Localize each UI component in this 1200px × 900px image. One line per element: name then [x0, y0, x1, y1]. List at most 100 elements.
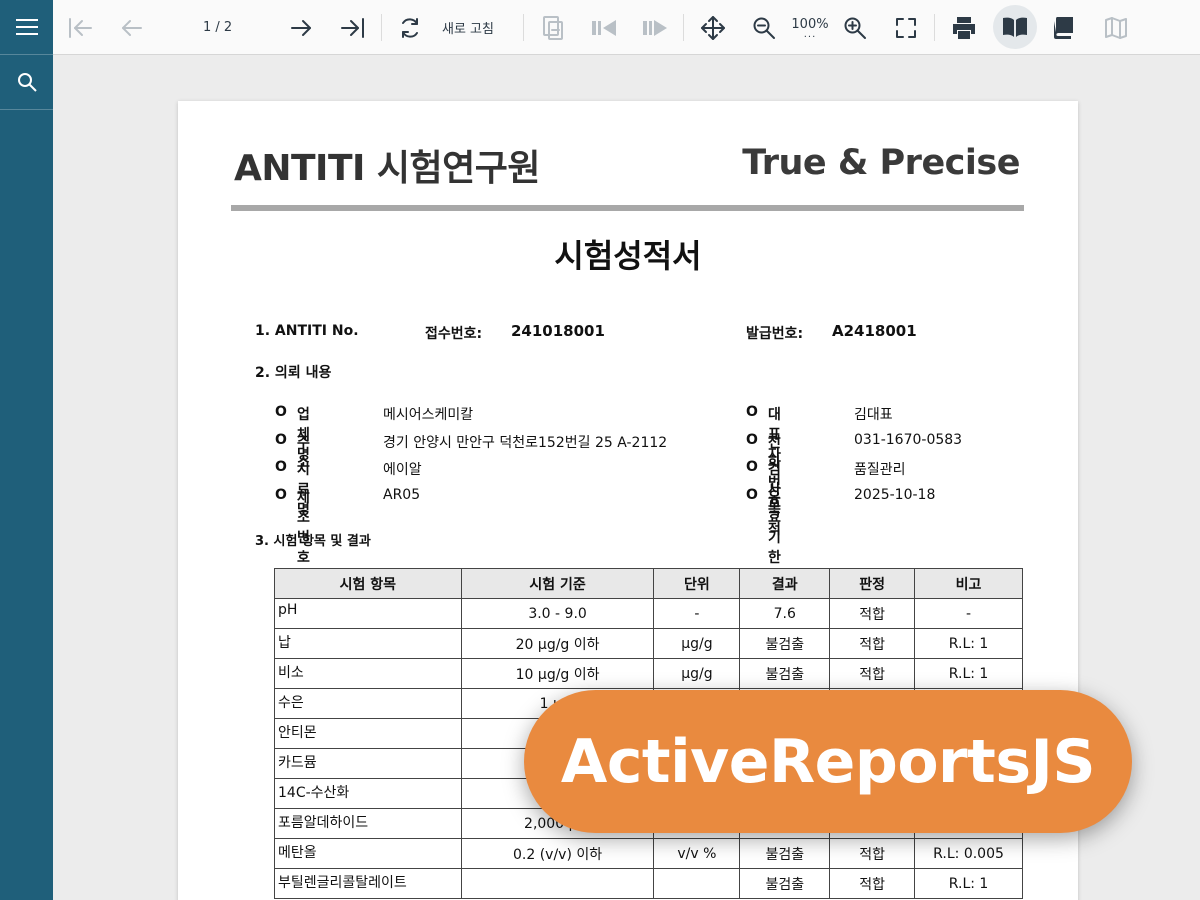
table-cell: R.L: 1 — [914, 868, 1023, 899]
print-button[interactable] — [949, 0, 979, 55]
single-page-view-button[interactable] — [993, 5, 1037, 49]
slogan: True & Precise — [742, 143, 1020, 183]
zoom-options-dots: ... — [803, 29, 817, 40]
table-row: 비소 10 µg/g 이하 µg/g 불검출 적합 R.L: 1 — [274, 658, 1023, 689]
search-icon — [17, 73, 37, 92]
hamburger-icon — [15, 19, 38, 35]
table-cell: 20 µg/g 이하 — [460, 628, 655, 659]
table-cell: 불검출 — [739, 628, 831, 659]
step-back-button[interactable] — [589, 0, 619, 55]
book-stack-icon — [1054, 16, 1073, 39]
arrow-left-icon — [122, 19, 142, 36]
zoom-in-button[interactable] — [840, 0, 870, 55]
zoom-out-icon — [753, 17, 775, 39]
lot-value: AR05 — [383, 487, 421, 503]
table-cell: 불검출 — [739, 868, 831, 899]
table-cell: 불검출 — [739, 838, 831, 869]
refresh-button[interactable] — [395, 0, 425, 55]
table-cell: µg/g — [653, 628, 741, 659]
bullet: O — [746, 487, 758, 503]
refresh-label[interactable]: 새로 고침 — [442, 0, 494, 55]
receipt-number-label: 접수번호: — [425, 326, 483, 342]
bullet: O — [746, 432, 758, 448]
column-header: 비고 — [914, 568, 1023, 599]
separator — [683, 14, 684, 41]
table-cell: R.L: 1 — [914, 658, 1023, 689]
step-back-icon — [592, 19, 616, 36]
next-page-button[interactable] — [286, 0, 316, 55]
continuous-view-button[interactable] — [1049, 0, 1079, 55]
sidebar — [0, 0, 53, 900]
purpose-value: 품질관리 — [854, 462, 906, 478]
bullet: O — [746, 459, 758, 475]
separator — [381, 14, 382, 41]
table-cell: 메탄올 — [274, 838, 462, 869]
table-row: 부틸렌글리콜탈레이트 불검출 적합 R.L: 1 — [274, 868, 1023, 899]
table-cell — [653, 868, 741, 899]
table-row: 납 20 µg/g 이하 µg/g 불검출 적합 R.L: 1 — [274, 628, 1023, 659]
toolbar: 1 / 2 새로 고침 100% ... — [53, 0, 1200, 55]
pan-mode-button[interactable] — [698, 0, 728, 55]
sample-value: 에이알 — [383, 462, 422, 478]
table-cell: 적합 — [829, 658, 916, 689]
section-test-results: 3. 시험 항목 및 결과 — [255, 534, 371, 549]
table-cell: 10 µg/g 이하 — [460, 658, 655, 689]
bullet: O — [746, 404, 758, 420]
section-antiti-no: 1. ANTITI No. — [255, 323, 359, 339]
bullet: O — [275, 432, 287, 448]
table-cell: 안티몬 — [274, 718, 462, 749]
expiry-label: 유효기한 — [768, 490, 781, 566]
previous-page-button[interactable] — [117, 0, 147, 55]
table-cell: 3.0 - 9.0 — [460, 598, 655, 629]
first-page-icon — [69, 17, 92, 38]
organization-name: ANTITI 시험연구원 — [234, 148, 541, 189]
page-indicator[interactable]: 1 / 2 — [203, 0, 232, 55]
section-request-details: 2. 의뢰 내용 — [255, 365, 332, 381]
report-viewer: 1 / 2 새로 고침 100% ... ANTITI 시험연구원 True &… — [0, 0, 1200, 900]
bullet: O — [275, 404, 287, 420]
table-cell: µg/g — [653, 658, 741, 689]
representative-value: 김대표 — [854, 407, 893, 423]
zoom-out-button[interactable] — [749, 0, 779, 55]
first-page-button[interactable] — [65, 0, 95, 55]
table-cell: R.L: 0.005 — [914, 838, 1023, 869]
table-cell: R.L: 1 — [914, 628, 1023, 659]
printer-icon — [953, 16, 975, 39]
column-header: 시험 항목 — [274, 568, 462, 599]
column-header: 판정 — [829, 568, 916, 599]
product-name: ActiveReportsJS — [560, 726, 1096, 797]
table-cell: 부틸렌글리콜탈레이트 — [274, 868, 462, 899]
fullscreen-button[interactable] — [891, 0, 921, 55]
open-book-icon — [1003, 17, 1027, 37]
company-value: 메시어스케미칼 — [383, 407, 474, 423]
search-button[interactable] — [0, 55, 53, 110]
table-row: 메탄올 0.2 (v/v) 이하 v/v % 불검출 적합 R.L: 0.005 — [274, 838, 1023, 869]
table-cell: 포름알데하이드 — [274, 808, 462, 839]
table-cell: 비소 — [274, 658, 462, 689]
column-header: 시험 기준 — [460, 568, 655, 599]
export-button[interactable] — [538, 0, 568, 55]
product-badge: ActiveReportsJS — [524, 690, 1132, 833]
export-document-icon — [543, 15, 563, 40]
table-cell: 수은 — [274, 688, 462, 719]
galley-view-button[interactable] — [1101, 0, 1131, 55]
table-cell: 납 — [274, 628, 462, 659]
table-cell: pH — [274, 598, 462, 629]
menu-button[interactable] — [0, 0, 53, 55]
last-page-button[interactable] — [338, 0, 368, 55]
expiry-value: 2025-10-18 — [854, 487, 936, 503]
step-forward-button[interactable] — [640, 0, 670, 55]
table-cell: - — [914, 598, 1023, 629]
table-cell: 카드뮴 — [274, 748, 462, 779]
table-cell: - — [653, 598, 741, 629]
column-header: 결과 — [739, 568, 831, 599]
issue-number: A2418001 — [832, 322, 917, 340]
issue-number-label: 발급번호: — [746, 326, 804, 342]
table-cell: 14C-수산화 — [274, 778, 462, 809]
zoom-level[interactable]: 100% ... — [787, 0, 833, 55]
zoom-in-icon — [844, 17, 866, 39]
move-arrows-icon — [701, 15, 725, 40]
table-cell: v/v % — [653, 838, 741, 869]
refresh-icon — [402, 17, 418, 38]
arrow-right-icon — [291, 19, 311, 36]
